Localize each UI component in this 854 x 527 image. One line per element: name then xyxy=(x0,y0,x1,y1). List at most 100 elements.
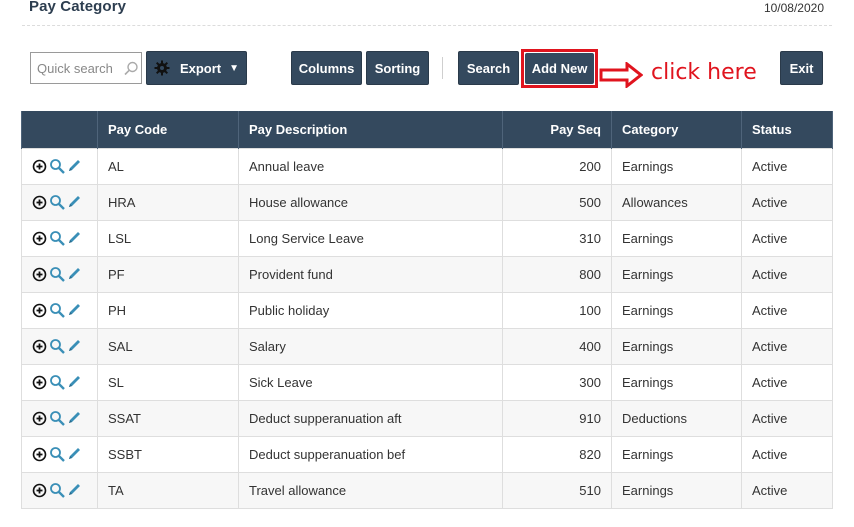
category-cell: Allowances xyxy=(611,183,742,221)
view-icon[interactable] xyxy=(49,482,65,499)
view-icon[interactable] xyxy=(49,374,65,391)
expand-icon[interactable] xyxy=(32,410,48,426)
pay-category-table: Pay Code Pay Description Pay Seq Categor… xyxy=(21,111,833,509)
expand-icon[interactable] xyxy=(32,446,48,462)
column-header-pay-seq[interactable]: Pay Seq xyxy=(502,111,612,148)
quick-search-box[interactable] xyxy=(30,52,142,84)
table-row[interactable]: PF Provident fund 800 Earnings Active xyxy=(21,255,833,293)
status-cell: Active xyxy=(741,219,833,257)
table-header-row: Pay Code Pay Description Pay Seq Categor… xyxy=(21,111,833,148)
status-cell: Active xyxy=(741,147,833,185)
view-icon[interactable] xyxy=(49,266,65,283)
table-row[interactable]: SSAT Deduct supperanuation aft 910 Deduc… xyxy=(21,399,833,437)
table-row[interactable]: HRA House allowance 500 Allowances Activ… xyxy=(21,183,833,221)
columns-button[interactable]: Columns xyxy=(291,51,362,85)
expand-icon[interactable] xyxy=(32,266,48,282)
row-actions xyxy=(21,219,98,257)
pay-code-cell: PF xyxy=(97,255,239,293)
pay-description-cell: Sick Leave xyxy=(238,363,503,401)
caret-down-icon: ▼ xyxy=(229,62,240,74)
expand-icon[interactable] xyxy=(32,302,48,318)
pay-description-cell: Annual leave xyxy=(238,147,503,185)
table-row[interactable]: SAL Salary 400 Earnings Active xyxy=(21,327,833,365)
category-cell: Deductions xyxy=(611,399,742,437)
expand-icon[interactable] xyxy=(32,158,48,174)
status-cell: Active xyxy=(741,327,833,365)
exit-button[interactable]: Exit xyxy=(780,51,823,85)
row-actions xyxy=(21,291,98,329)
row-actions xyxy=(21,435,98,473)
table-row[interactable]: TA Travel allowance 510 Earnings Active xyxy=(21,471,833,509)
table-row[interactable]: LSL Long Service Leave 310 Earnings Acti… xyxy=(21,219,833,257)
view-icon[interactable] xyxy=(49,302,65,319)
edit-icon[interactable] xyxy=(66,374,82,390)
pay-description-cell: Long Service Leave xyxy=(238,219,503,257)
search-button[interactable]: Search xyxy=(458,51,519,85)
gear-icon xyxy=(154,60,170,76)
table-row[interactable]: SL Sick Leave 300 Earnings Active xyxy=(21,363,833,401)
pay-code-cell: SSAT xyxy=(97,399,239,437)
pay-code-cell: SAL xyxy=(97,327,239,365)
expand-icon[interactable] xyxy=(32,230,48,246)
toolbar-divider xyxy=(442,57,443,79)
pay-code-cell: TA xyxy=(97,471,239,509)
edit-icon[interactable] xyxy=(66,410,82,426)
pay-description-cell: Deduct supperanuation bef xyxy=(238,435,503,473)
view-icon[interactable] xyxy=(49,338,65,355)
status-cell: Active xyxy=(741,183,833,221)
column-header-pay-description[interactable]: Pay Description xyxy=(238,111,503,148)
pay-seq-cell: 910 xyxy=(502,399,612,437)
edit-icon[interactable] xyxy=(66,302,82,318)
pay-description-cell: House allowance xyxy=(238,183,503,221)
edit-icon[interactable] xyxy=(66,482,82,498)
title-divider xyxy=(22,25,832,26)
view-icon[interactable] xyxy=(49,446,65,463)
arrow-right-icon xyxy=(599,62,643,88)
sorting-button[interactable]: Sorting xyxy=(366,51,429,85)
quick-search-input[interactable] xyxy=(31,54,129,82)
add-new-button[interactable]: Add New xyxy=(525,53,594,84)
view-icon[interactable] xyxy=(49,194,65,211)
search-icon[interactable] xyxy=(123,61,139,77)
category-cell: Earnings xyxy=(611,363,742,401)
pay-code-cell: SSBT xyxy=(97,435,239,473)
edit-icon[interactable] xyxy=(66,266,82,282)
row-actions xyxy=(21,363,98,401)
row-actions xyxy=(21,255,98,293)
pay-description-cell: Deduct supperanuation aft xyxy=(238,399,503,437)
column-header-category[interactable]: Category xyxy=(611,111,742,148)
view-icon[interactable] xyxy=(49,410,65,427)
column-header-status[interactable]: Status xyxy=(741,111,833,148)
status-cell: Active xyxy=(741,399,833,437)
category-cell: Earnings xyxy=(611,327,742,365)
edit-icon[interactable] xyxy=(66,158,82,174)
export-button[interactable]: Export ▼ xyxy=(146,51,247,85)
table-row[interactable]: AL Annual leave 200 Earnings Active xyxy=(21,147,833,185)
category-cell: Earnings xyxy=(611,435,742,473)
expand-icon[interactable] xyxy=(32,338,48,354)
expand-icon[interactable] xyxy=(32,374,48,390)
expand-icon[interactable] xyxy=(32,482,48,498)
category-cell: Earnings xyxy=(611,255,742,293)
status-cell: Active xyxy=(741,291,833,329)
table-row[interactable]: PH Public holiday 100 Earnings Active xyxy=(21,291,833,329)
page-title: Pay Category xyxy=(29,0,127,15)
edit-icon[interactable] xyxy=(66,194,82,210)
pay-description-cell: Public holiday xyxy=(238,291,503,329)
expand-icon[interactable] xyxy=(32,194,48,210)
pay-description-cell: Salary xyxy=(238,327,503,365)
column-header-pay-code[interactable]: Pay Code xyxy=(97,111,239,148)
edit-icon[interactable] xyxy=(66,230,82,246)
pay-seq-cell: 200 xyxy=(502,147,612,185)
pay-code-cell: HRA xyxy=(97,183,239,221)
view-icon[interactable] xyxy=(49,230,65,247)
category-cell: Earnings xyxy=(611,471,742,509)
row-actions xyxy=(21,399,98,437)
edit-icon[interactable] xyxy=(66,338,82,354)
view-icon[interactable] xyxy=(49,158,65,175)
pay-seq-cell: 800 xyxy=(502,255,612,293)
table-row[interactable]: SSBT Deduct supperanuation bef 820 Earni… xyxy=(21,435,833,473)
status-cell: Active xyxy=(741,471,833,509)
edit-icon[interactable] xyxy=(66,446,82,462)
pay-seq-cell: 100 xyxy=(502,291,612,329)
